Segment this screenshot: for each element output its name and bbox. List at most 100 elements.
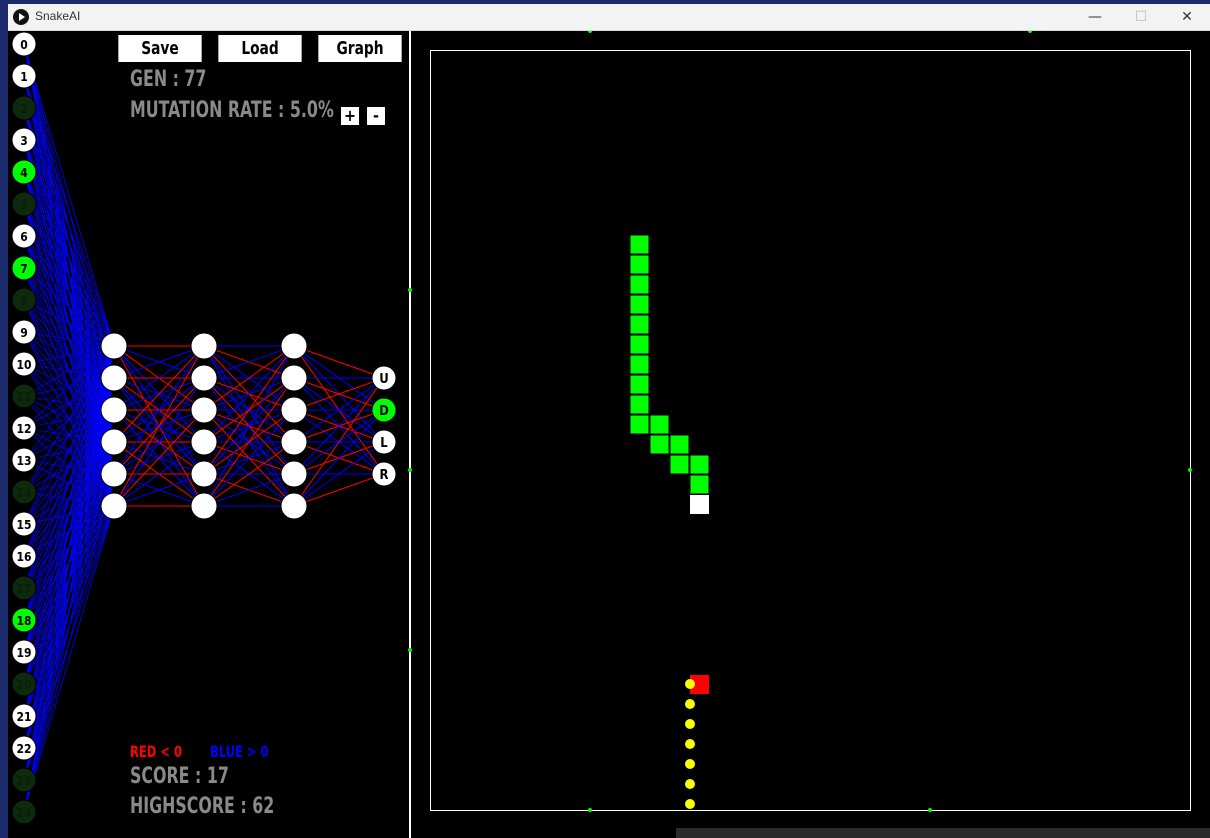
input-node-label: 23 <box>16 774 31 788</box>
hidden-node <box>190 428 218 456</box>
hidden-node <box>190 332 218 360</box>
weight-line <box>23 139 115 347</box>
input-node-label: 17 <box>16 582 31 596</box>
input-node-label: 5 <box>20 198 28 212</box>
input-node-label: 10 <box>16 358 31 372</box>
input-node-label: 11 <box>16 390 31 404</box>
panel-divider <box>409 31 411 838</box>
decrease-mutation-button[interactable]: - <box>367 107 385 125</box>
input-node-label: 19 <box>16 646 31 660</box>
input-node-label: 4 <box>20 166 28 180</box>
window-title: SnakeAI <box>35 9 81 23</box>
increase-mutation-button[interactable]: + <box>341 107 359 125</box>
input-node-label: 22 <box>16 742 31 756</box>
snake-segment <box>669 434 690 455</box>
input-node-label: 13 <box>16 454 31 468</box>
vision-dot <box>685 719 695 729</box>
hidden-node <box>280 428 308 456</box>
app-window: SnakeAI — ☐ ✕ 0 1 2 3 4 5 6 7 8 9 10 11 12 13 14 15 16 17… <box>8 4 1210 838</box>
hidden-node <box>280 396 308 424</box>
input-node-label: 6 <box>20 230 28 244</box>
vision-dot <box>685 779 695 789</box>
output-node-label: D <box>379 404 389 419</box>
hidden-node <box>100 492 128 520</box>
input-node-label: 24 <box>16 806 32 820</box>
weight-line <box>23 235 115 347</box>
app-icon <box>13 9 29 25</box>
maximize-button[interactable]: ☐ <box>1118 4 1164 30</box>
vision-dot <box>685 699 695 709</box>
weight-line <box>23 203 115 347</box>
input-node-label: 14 <box>16 486 32 500</box>
input-node-label: 18 <box>16 614 31 628</box>
score-label: SCORE : 17 <box>130 764 229 789</box>
hidden-node <box>280 364 308 392</box>
highscore-label: HIGHSCORE : 62 <box>130 794 275 819</box>
weight-line <box>293 473 385 507</box>
handle-dot <box>588 31 592 33</box>
input-node-label: 8 <box>20 294 28 308</box>
input-node-label: 16 <box>16 550 31 564</box>
minimize-button[interactable]: — <box>1072 4 1118 30</box>
snake-segment <box>629 374 650 395</box>
input-node-label: 1 <box>20 70 28 84</box>
input-node-label: 15 <box>16 518 31 532</box>
snake-segment <box>629 394 650 415</box>
snake-segment <box>629 294 650 315</box>
hidden-node <box>280 332 308 360</box>
weight-line <box>293 345 385 379</box>
sketch-canvas: 0 1 2 3 4 5 6 7 8 9 10 11 12 13 14 15 16 17 18 19 20 21 22 23 24… <box>8 31 1210 838</box>
hidden-node <box>190 396 218 424</box>
legend-red: RED < 0 <box>130 742 182 761</box>
output-node-label: L <box>380 436 388 451</box>
weight-line <box>293 409 385 507</box>
vision-dot <box>685 759 695 769</box>
hidden-node <box>100 460 128 488</box>
input-node-label: 7 <box>20 262 28 276</box>
vision-dot <box>685 679 695 689</box>
snake-segment <box>649 414 670 435</box>
hidden-node <box>280 492 308 520</box>
hidden-node <box>100 428 128 456</box>
input-node-label: 0 <box>20 38 28 52</box>
handle-dot <box>1188 468 1192 472</box>
title-bar: SnakeAI — ☐ ✕ <box>8 4 1210 31</box>
input-node-label: 3 <box>20 134 28 148</box>
snake-segment <box>629 414 650 435</box>
toolbar: Save Load Graph <box>110 34 410 63</box>
vision-dot <box>685 799 695 809</box>
food <box>690 675 709 694</box>
output-node-label: U <box>379 372 389 387</box>
graph-button[interactable]: Graph <box>317 34 403 63</box>
hidden-node <box>100 364 128 392</box>
snake-segment <box>629 234 650 255</box>
snake-segment <box>669 454 690 475</box>
input-node-label: 20 <box>16 678 31 692</box>
legend-blue: BLUE > 0 <box>210 742 269 761</box>
hidden-node <box>190 492 218 520</box>
board-border <box>430 50 1191 811</box>
snake-segment <box>629 354 650 375</box>
snake-segment <box>689 454 710 475</box>
neural-network-diagram: 0123456789101112131415161718192021222324… <box>11 31 397 825</box>
close-button[interactable]: ✕ <box>1164 4 1210 30</box>
snake-segment <box>629 254 650 275</box>
handle-dot <box>928 808 932 812</box>
hidden-node <box>100 396 128 424</box>
vision-dot <box>685 739 695 749</box>
snake-head <box>690 495 709 514</box>
hidden-node <box>190 460 218 488</box>
input-node-label: 21 <box>16 710 31 724</box>
snake-segment <box>629 274 650 295</box>
snake-segment <box>629 334 650 355</box>
load-button[interactable]: Load <box>217 34 303 63</box>
output-node-label: R <box>379 468 388 483</box>
weight-line <box>23 107 115 347</box>
hidden-node <box>100 332 128 360</box>
hidden-node <box>280 460 308 488</box>
save-button[interactable]: Save <box>117 34 203 63</box>
hidden-node <box>190 364 218 392</box>
handle-dot <box>1028 31 1032 33</box>
weight-line <box>23 345 115 717</box>
weight-line <box>23 171 115 347</box>
